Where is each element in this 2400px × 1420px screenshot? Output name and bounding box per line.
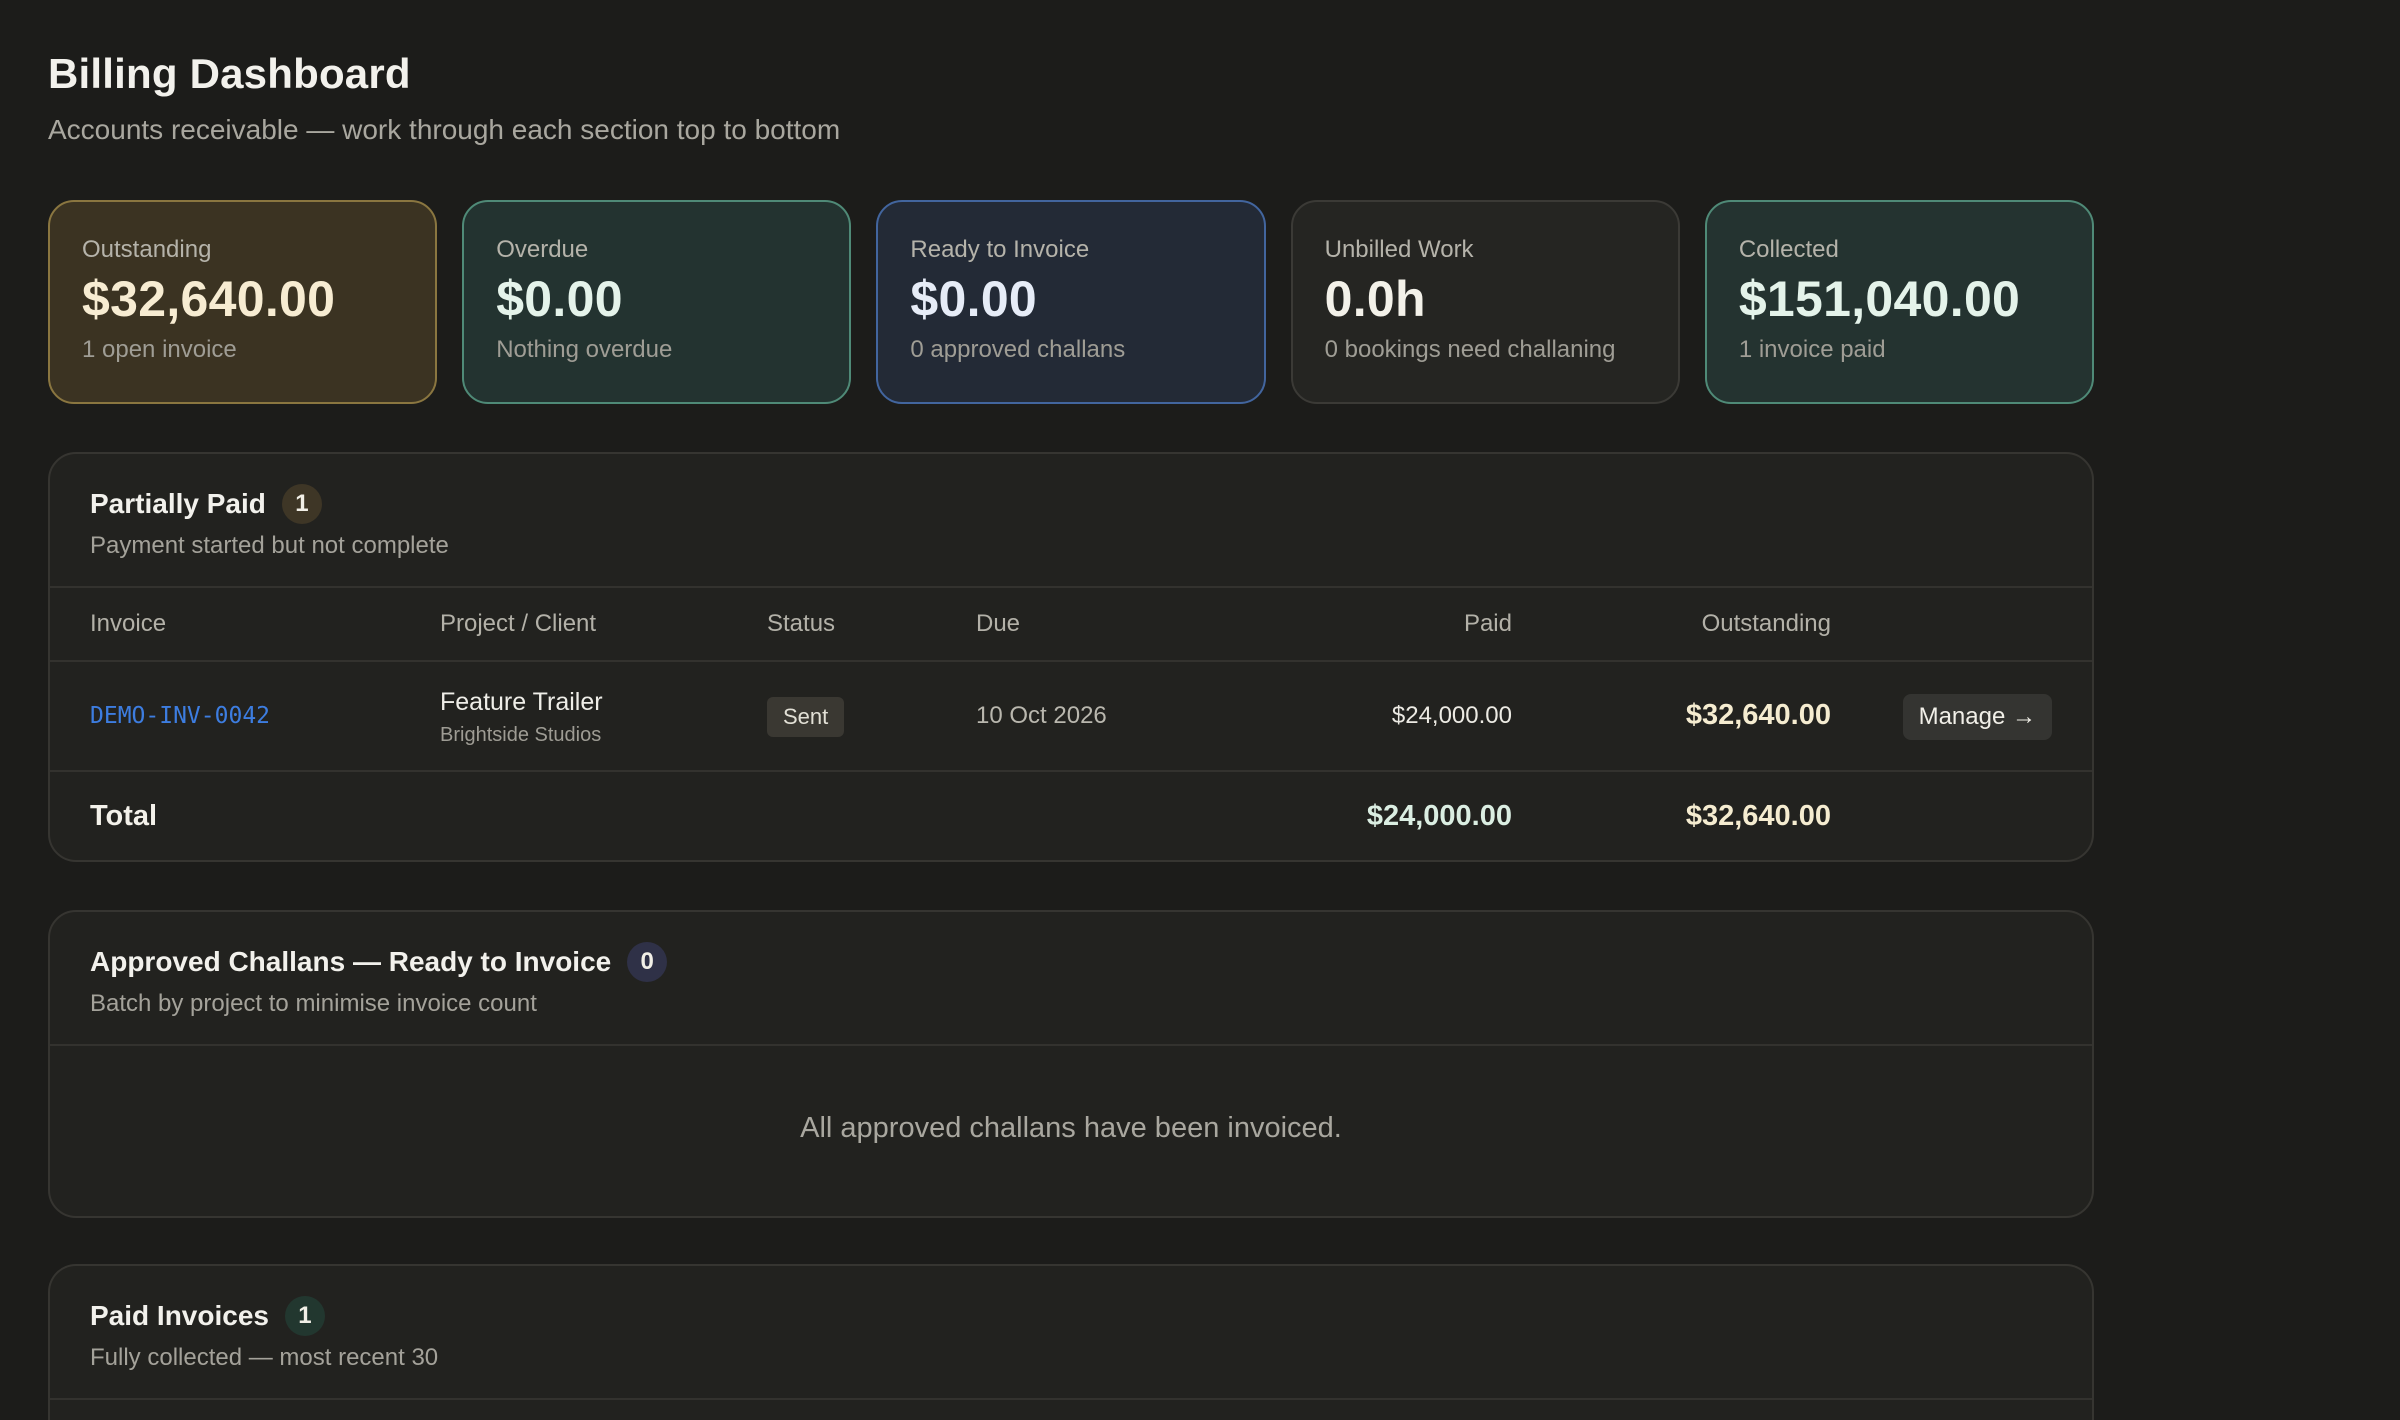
project-name: Feature Trailer (440, 688, 603, 716)
summary-cards: Outstanding $32,640.00 1 open invoice Ov… (48, 200, 2095, 404)
column-header-due: Due (976, 610, 1021, 637)
card-unbilled-work-label: Unbilled Work (1324, 236, 1474, 263)
total-paid-amount: $24,000.00 (1366, 800, 1512, 832)
approved-challans-count-badge: 0 (627, 942, 668, 982)
partially-paid-title-row: Partially Paid 1 (90, 484, 322, 524)
column-header-paid: Paid (1463, 610, 1512, 637)
table-row: DEMO-INV-0042 Feature Trailer Brightside… (50, 662, 2092, 772)
card-outstanding-value: $32,640.00 (82, 271, 336, 327)
total-outstanding-amount: $32,640.00 (1685, 800, 1831, 832)
approved-challans-header: Approved Challans — Ready to Invoice 0 B… (50, 912, 2092, 1046)
partially-paid-count-badge: 1 (281, 484, 322, 524)
total-row: Total $24,000.00 $32,640.00 (50, 772, 2092, 860)
card-outstanding[interactable]: Outstanding $32,640.00 1 open invoice (48, 200, 438, 404)
page-subtitle: Accounts receivable — work through each … (48, 114, 841, 145)
card-collected-value: $151,040.00 (1738, 271, 2021, 327)
approved-challans-title: Approved Challans — Ready to Invoice (90, 946, 612, 977)
status-badge: Sent (767, 697, 845, 737)
outstanding-amount: $32,640.00 (1685, 699, 1831, 731)
card-outstanding-label: Outstanding (82, 236, 212, 263)
partially-paid-section: Partially Paid 1 Payment started but not… (48, 452, 2094, 862)
client-name: Brightside Studios (440, 724, 602, 746)
card-ready-to-invoice-note: 0 approved challans (910, 336, 1126, 363)
column-header-invoice: Invoice (90, 610, 167, 637)
card-overdue-note: Nothing overdue (496, 336, 673, 363)
approved-challans-empty-state: All approved challans have been invoiced… (50, 1046, 2092, 1216)
approved-challans-section: Approved Challans — Ready to Invoice 0 B… (48, 910, 2094, 1218)
empty-state-message: All approved challans have been invoiced… (800, 1112, 1342, 1144)
page-title: Billing Dashboard (48, 50, 411, 97)
approved-challans-title-row: Approved Challans — Ready to Invoice 0 (90, 942, 668, 982)
approved-challans-description: Batch by project to minimise invoice cou… (90, 990, 537, 1017)
paid-invoices-title-row: Paid Invoices 1 (90, 1296, 325, 1336)
manage-button[interactable]: Manage → (1902, 694, 2052, 740)
card-outstanding-note: 1 open invoice (82, 336, 237, 363)
partially-paid-table-header: Invoice Project / Client Status Due Paid… (50, 588, 2092, 662)
invoice-link[interactable]: DEMO-INV-0042 (90, 703, 270, 729)
paid-invoices-header: Paid Invoices 1 Fully collected — most r… (50, 1266, 2092, 1400)
card-collected-note: 1 invoice paid (1738, 336, 1886, 363)
column-header-status: Status (767, 610, 836, 637)
card-collected[interactable]: Collected $151,040.00 1 invoice paid (1704, 200, 2095, 404)
partially-paid-header: Partially Paid 1 Payment started but not… (50, 454, 2092, 588)
card-overdue-label: Overdue (496, 236, 589, 263)
paid-invoices-title: Paid Invoices (90, 1300, 269, 1331)
card-ready-to-invoice[interactable]: Ready to Invoice $0.00 0 approved challa… (876, 200, 1266, 404)
card-unbilled-work-value: 0.0h (1324, 271, 1426, 327)
column-header-outstanding: Outstanding (1701, 610, 1831, 637)
card-overdue-value: $0.00 (496, 271, 623, 327)
paid-invoices-description: Fully collected — most recent 30 (90, 1344, 439, 1371)
card-collected-label: Collected (1738, 236, 1839, 263)
partially-paid-description: Payment started but not complete (90, 532, 449, 559)
column-header-project-client: Project / Client (440, 610, 597, 637)
paid-amount: $24,000.00 (1391, 702, 1512, 729)
paid-invoices-count-badge: 1 (284, 1296, 325, 1336)
total-label: Total (90, 800, 158, 832)
card-unbilled-work-note: 0 bookings need challaning (1324, 336, 1616, 363)
due-date: 10 Oct 2026 (976, 702, 1107, 729)
card-overdue[interactable]: Overdue $0.00 Nothing overdue (462, 200, 852, 404)
paid-invoices-section: Paid Invoices 1 Fully collected — most r… (48, 1264, 2094, 1420)
card-unbilled-work[interactable]: Unbilled Work 0.0h 0 bookings need chall… (1290, 200, 1680, 404)
card-ready-to-invoice-value: $0.00 (910, 271, 1038, 327)
partially-paid-title: Partially Paid (90, 488, 266, 519)
card-ready-to-invoice-label: Ready to Invoice (910, 236, 1090, 263)
